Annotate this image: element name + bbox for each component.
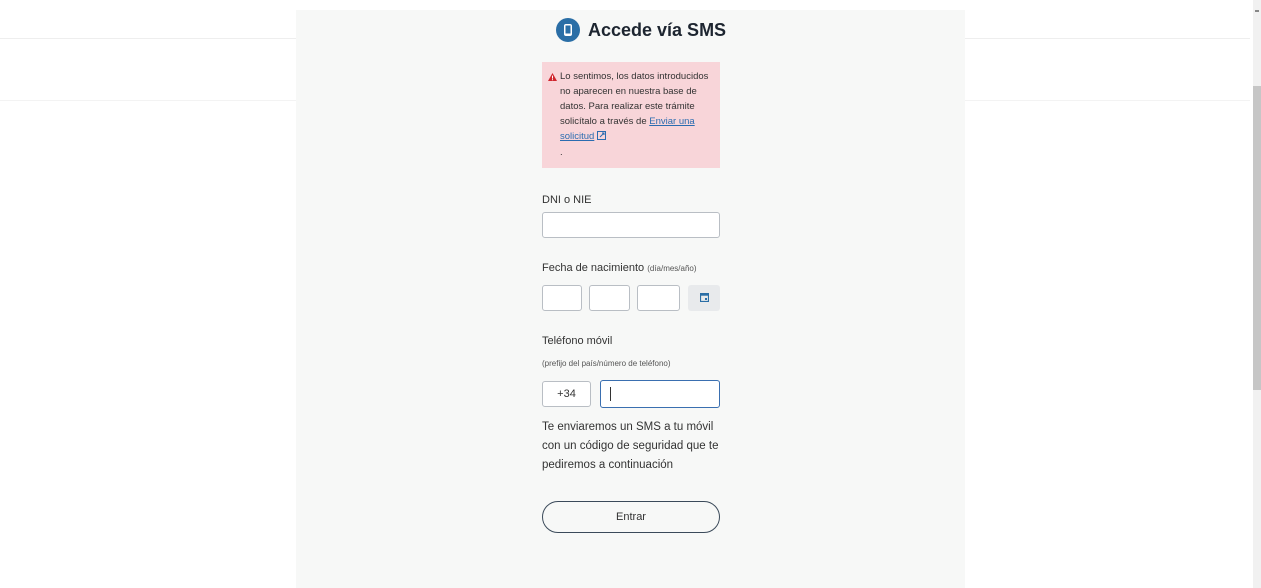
text-caret [610,387,611,401]
phone-hint: (prefijo del país/número de teléfono) [542,359,671,368]
dni-label: DNI o NIE [542,194,592,206]
country-prefix[interactable]: +34 [542,381,591,407]
birthdate-hint: (día/mes/año) [647,264,697,273]
scrollbar-thumb[interactable] [1253,86,1261,390]
alert-text-end: . [560,147,563,158]
phone-label: Teléfono móvil [542,335,613,347]
birth-day-input[interactable] [542,285,582,311]
scroll-up-arrow[interactable] [1255,10,1259,12]
birthdate-label-group: Fecha de nacimiento (día/mes/año) [542,262,697,274]
warning-triangle-icon [548,71,557,162]
birth-year-input[interactable] [637,285,680,311]
dni-input[interactable] [542,212,720,238]
page: Accede vía SMS Lo sentimos, los datos in… [0,0,1261,588]
birth-month-input[interactable] [589,285,630,311]
external-link-icon[interactable] [597,130,607,145]
page-title: Accede vía SMS [588,19,727,40]
calendar-icon [699,289,709,307]
sms-info-text: Te enviaremos un SMS a tu móvil con un c… [542,421,719,471]
page-header: Accede vía SMS [556,17,726,43]
enter-button-label: Entrar [616,511,646,523]
alert-message: Lo sentimos, los datos introducidos no a… [560,69,712,162]
enter-button[interactable]: Entrar [542,501,720,533]
phone-icon [556,18,580,42]
error-alert: Lo sentimos, los datos introducidos no a… [542,62,720,168]
calendar-button[interactable] [688,285,720,311]
birthdate-label: Fecha de nacimiento [542,262,645,274]
phone-input[interactable] [600,380,720,408]
country-prefix-value: +34 [557,388,576,400]
scrollbar[interactable] [1253,0,1261,588]
